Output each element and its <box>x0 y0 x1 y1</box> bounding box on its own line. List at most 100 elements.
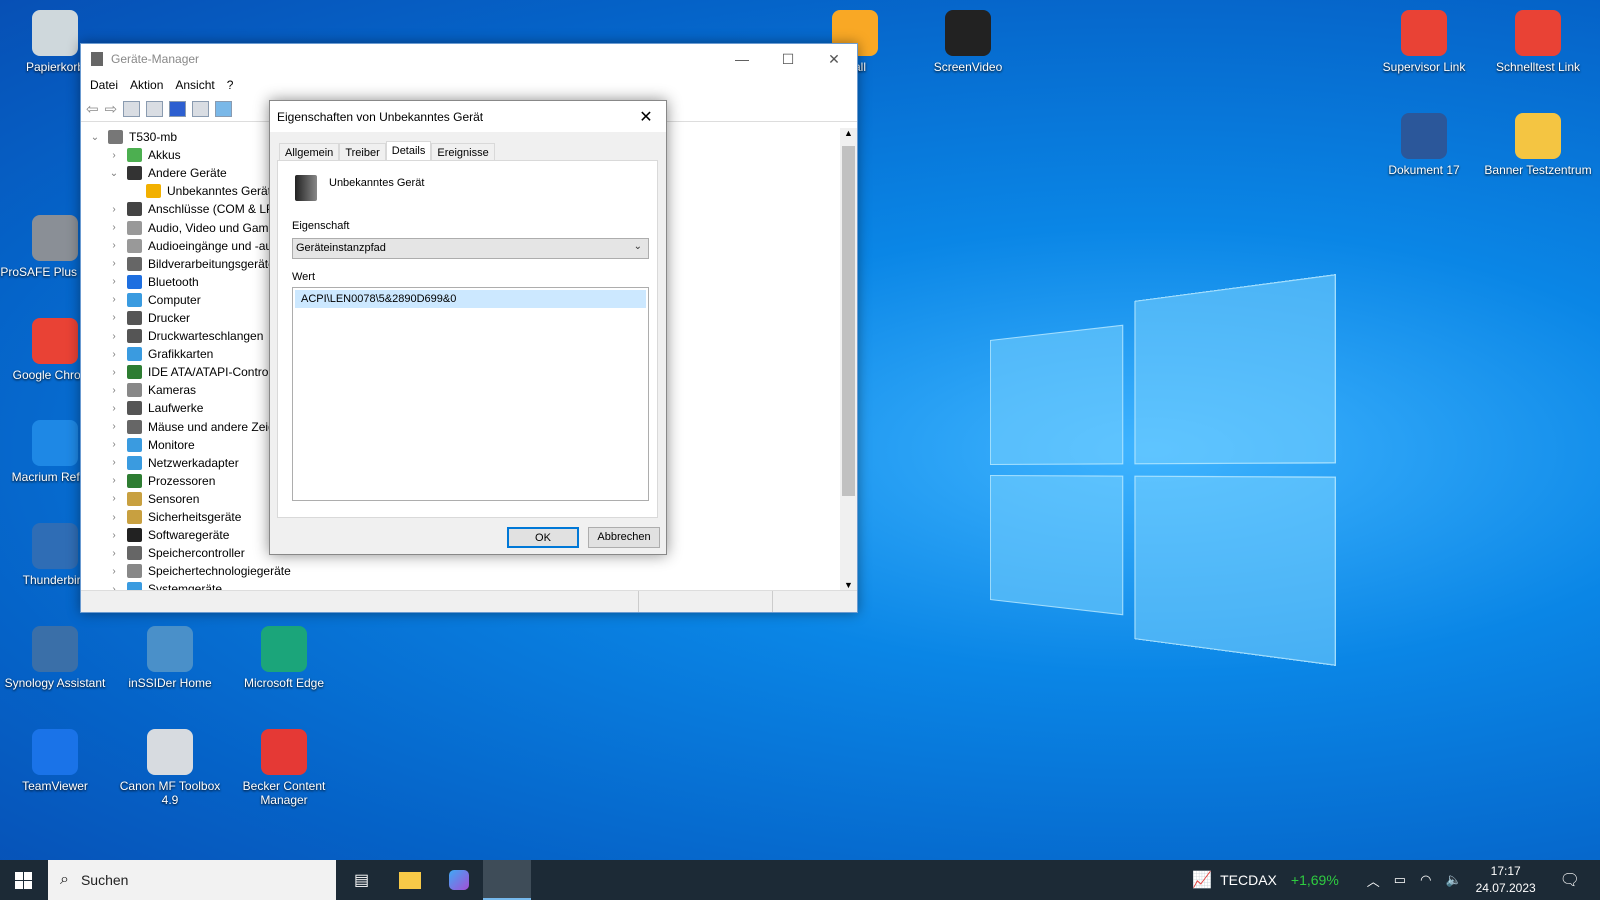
expand-chevron-icon[interactable]: › <box>107 349 121 360</box>
chevron-up-icon[interactable]: ︿ <box>1367 871 1380 890</box>
menu-datei[interactable]: Datei <box>90 78 118 92</box>
expand-chevron-icon[interactable]: › <box>107 548 121 559</box>
help-icon[interactable] <box>169 101 186 117</box>
app-icon <box>945 10 991 56</box>
expand-chevron-icon[interactable]: ⌄ <box>88 132 102 143</box>
scroll-up-icon[interactable]: ▲ <box>844 128 853 138</box>
desktop-icon[interactable]: inSSIDer Home <box>114 626 226 690</box>
tree-item-label: Bluetooth <box>148 275 199 289</box>
expand-chevron-icon[interactable]: › <box>107 403 121 414</box>
desktop-icon[interactable]: Microsoft Edge <box>228 626 340 690</box>
tree-item-label: Grafikkarten <box>148 347 213 361</box>
value-item[interactable]: ACPI\LEN0078\5&2890D699&0 <box>295 290 646 308</box>
expand-chevron-icon[interactable]: › <box>107 276 121 287</box>
device-category-icon <box>127 311 142 325</box>
expand-chevron-icon[interactable]: › <box>107 530 121 541</box>
expand-chevron-icon[interactable]: › <box>107 331 121 342</box>
device-category-icon <box>127 365 142 379</box>
back-icon[interactable]: ⇦ <box>86 100 99 118</box>
start-button[interactable] <box>15 872 32 889</box>
app-icon <box>32 215 78 261</box>
app-icon <box>32 318 78 364</box>
desktop-icon[interactable]: Dokument 17 <box>1368 113 1480 177</box>
properties-icon[interactable] <box>146 101 163 117</box>
expand-chevron-icon[interactable]: › <box>107 312 121 323</box>
forward-icon[interactable]: ⇨ <box>105 100 118 118</box>
expand-chevron-icon[interactable]: › <box>107 457 121 468</box>
property-label: Eigenschaft <box>292 220 349 232</box>
battery-icon[interactable]: ▭ <box>1394 872 1406 888</box>
volume-icon[interactable]: 🔈 <box>1445 872 1461 888</box>
app-icon <box>32 729 78 775</box>
app-icon <box>32 523 78 569</box>
copilot-icon[interactable] <box>449 870 469 890</box>
expand-chevron-icon[interactable]: › <box>107 566 121 577</box>
notification-icon[interactable]: 🗨 <box>1560 870 1580 890</box>
cancel-button[interactable]: Abbrechen <box>588 527 660 548</box>
desktop-icon[interactable]: TeamViewer <box>0 729 111 793</box>
desktop-icon[interactable]: ScreenVideo <box>912 10 1024 74</box>
expand-chevron-icon[interactable]: › <box>107 367 121 378</box>
device-manager-taskbar-icon[interactable] <box>483 860 531 900</box>
tab-details[interactable]: Details <box>386 141 432 162</box>
tree-item[interactable]: ›Systemgeräte <box>83 580 843 590</box>
window-title: Geräte-Manager <box>111 52 199 66</box>
tree-item-label: Druckwarteschlangen <box>148 329 263 343</box>
expand-chevron-icon[interactable]: › <box>107 512 121 523</box>
time: 17:17 <box>1476 863 1536 880</box>
desktop-icon[interactable]: Schnelltest Link <box>1482 10 1594 74</box>
property-dropdown[interactable]: Geräteinstanzpfad⌄ <box>292 238 649 259</box>
app-icon <box>261 626 307 672</box>
menu-help[interactable]: ? <box>227 78 234 92</box>
desktop-icon-label: Schnelltest Link <box>1482 60 1594 74</box>
expand-chevron-icon[interactable]: › <box>107 222 121 233</box>
scroll-down-icon[interactable]: ▼ <box>844 580 853 590</box>
expand-chevron-icon[interactable]: › <box>107 493 121 504</box>
expand-chevron-icon[interactable]: › <box>107 258 121 269</box>
value-label: Wert <box>292 271 315 283</box>
app-icon <box>147 626 193 672</box>
device-category-icon <box>127 582 142 590</box>
expand-chevron-icon[interactable]: › <box>107 475 121 486</box>
desktop-icon[interactable]: Supervisor Link <box>1368 10 1480 74</box>
expand-chevron-icon[interactable]: › <box>107 150 121 161</box>
scan-hardware-icon[interactable] <box>215 101 232 117</box>
device-manager-icon <box>91 52 103 66</box>
clock[interactable]: 17:1724.07.2023 <box>1476 863 1536 897</box>
ticker-name[interactable]: TECDAX <box>1220 872 1277 888</box>
tree-item[interactable]: ›Speichertechnologiegeräte <box>83 562 843 580</box>
desktop-icon[interactable]: Synology Assistant <box>0 626 111 690</box>
ok-button[interactable]: OK <box>507 527 579 548</box>
maximize-button[interactable]: ☐ <box>765 51 811 68</box>
wifi-icon[interactable]: ◠ <box>1420 872 1431 888</box>
value-list[interactable]: ACPI\LEN0078\5&2890D699&0 <box>292 287 649 501</box>
show-hide-tree-icon[interactable] <box>123 101 140 117</box>
search-box[interactable]: ⌕Suchen <box>48 860 336 900</box>
app-icon <box>1515 113 1561 159</box>
menu-aktion[interactable]: Aktion <box>130 78 163 92</box>
expand-chevron-icon[interactable]: › <box>107 439 121 450</box>
task-view-icon[interactable]: ▤ <box>354 870 369 890</box>
chevron-down-icon: ⌄ <box>634 241 642 252</box>
desktop-icon[interactable]: Banner Testzentrum <box>1482 113 1594 177</box>
expand-chevron-icon[interactable]: › <box>107 421 121 432</box>
app-icon <box>32 420 78 466</box>
tab-strip: Allgemein Treiber Details Ereignisse <box>279 141 495 162</box>
tree-item-label: Kameras <box>148 383 196 397</box>
expand-chevron-icon[interactable]: › <box>107 204 121 215</box>
desktop-icon[interactable]: Becker Content Manager <box>228 729 340 807</box>
ticker-change[interactable]: +1,69% <box>1291 872 1339 888</box>
expand-chevron-icon[interactable]: › <box>107 294 121 305</box>
minimize-button[interactable]: — <box>719 51 765 68</box>
vertical-scrollbar[interactable]: ▲ ▼ <box>840 128 857 590</box>
scrollbar-thumb[interactable] <box>842 146 855 496</box>
close-button[interactable]: ✕ <box>811 51 857 68</box>
action-pane-icon[interactable] <box>192 101 209 117</box>
expand-chevron-icon[interactable]: › <box>107 385 121 396</box>
file-explorer-icon[interactable] <box>399 872 421 889</box>
expand-chevron-icon[interactable]: ⌄ <box>107 168 121 179</box>
expand-chevron-icon[interactable]: › <box>107 240 121 251</box>
menu-ansicht[interactable]: Ansicht <box>175 78 214 92</box>
desktop-icon[interactable]: Canon MF Toolbox 4.9 <box>114 729 226 807</box>
dialog-close-button[interactable]: ✕ <box>626 107 666 127</box>
